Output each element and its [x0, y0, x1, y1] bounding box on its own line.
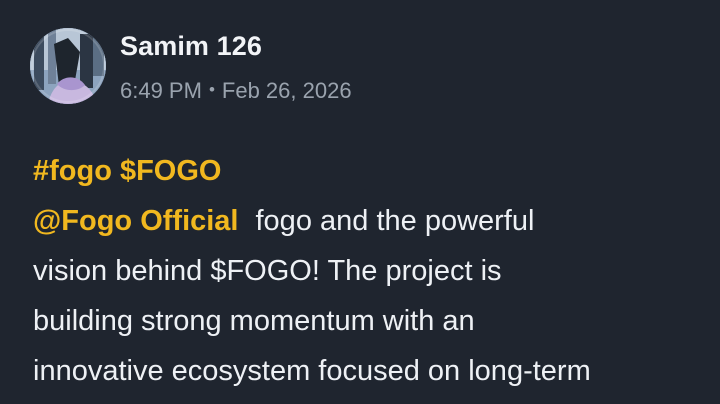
mention-link[interactable]: @Fogo Official — [33, 205, 239, 237]
author-name[interactable]: Samim 126 — [120, 31, 262, 62]
post-text: fogo and the powerful — [255, 205, 535, 237]
post-text-line: innovative ecosystem focused on long-ter… — [33, 355, 591, 387]
hashtag-link[interactable]: #fogo — [33, 155, 112, 187]
avatar-image-icon — [30, 28, 106, 104]
meta-separator: • — [208, 80, 215, 99]
post-meta: 6:49 PM • Feb 26, 2026 — [120, 78, 352, 104]
post-text-line: building strong momentum with an — [33, 305, 475, 337]
post-body: #fogo $FOGO @Fogo Official fogo and the po… — [33, 146, 693, 396]
post-card: Samim 126 6:49 PM • Feb 26, 2026 #fogo $FOG… — [0, 0, 720, 404]
ticker-link[interactable]: $FOGO — [120, 155, 222, 187]
avatar[interactable] — [30, 28, 106, 104]
post-date: Feb 26, 2026 — [221, 78, 352, 103]
post-time: 6:49 PM — [120, 78, 202, 103]
post-text-line: vision behind $FOGO! The project is — [33, 255, 502, 287]
hashtag-line: #fogo $FOGO — [33, 146, 693, 196]
post-text-line: @Fogo Official fogo and the powerful — [33, 196, 693, 246]
